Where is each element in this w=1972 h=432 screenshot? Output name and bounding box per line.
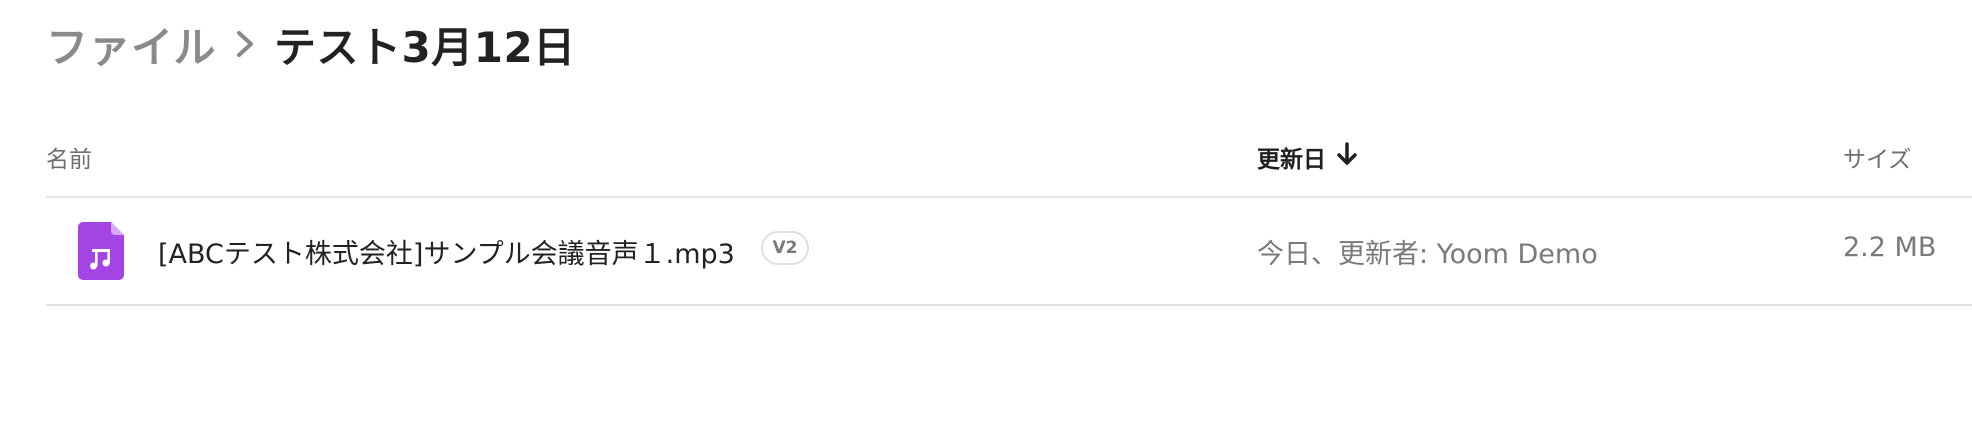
- file-size: 2.2 MB: [1843, 232, 1937, 263]
- breadcrumb-parent-link[interactable]: ファイル: [46, 14, 216, 75]
- version-badge[interactable]: V2: [761, 231, 809, 265]
- arrow-down-icon: [1336, 141, 1358, 173]
- column-header-size[interactable]: サイズ: [1843, 140, 1911, 174]
- audio-file-icon: [78, 222, 124, 280]
- file-name[interactable]: [ABCテスト株式会社]サンプル会議音声１.mp3: [158, 232, 735, 271]
- column-header-modified[interactable]: 更新日: [1257, 140, 1358, 174]
- chevron-right-icon: [230, 24, 260, 64]
- table-header: 名前 更新日 サイズ: [46, 128, 1972, 198]
- table-row[interactable]: [ABCテスト株式会社]サンプル会議音声１.mp3 V2 今日、更新者: Yoo…: [46, 198, 1972, 306]
- file-modified: 今日、更新者: Yoom Demo: [1257, 239, 1598, 270]
- column-header-modified-label: 更新日: [1257, 147, 1326, 173]
- file-browser-page: ファイル テスト3月12日 名前 更新日 サイズ [ABCテスト株式会社]サンプ…: [0, 0, 1972, 432]
- breadcrumb: ファイル テスト3月12日: [46, 16, 576, 72]
- column-header-name[interactable]: 名前: [46, 140, 92, 174]
- breadcrumb-current: テスト3月12日: [274, 22, 576, 72]
